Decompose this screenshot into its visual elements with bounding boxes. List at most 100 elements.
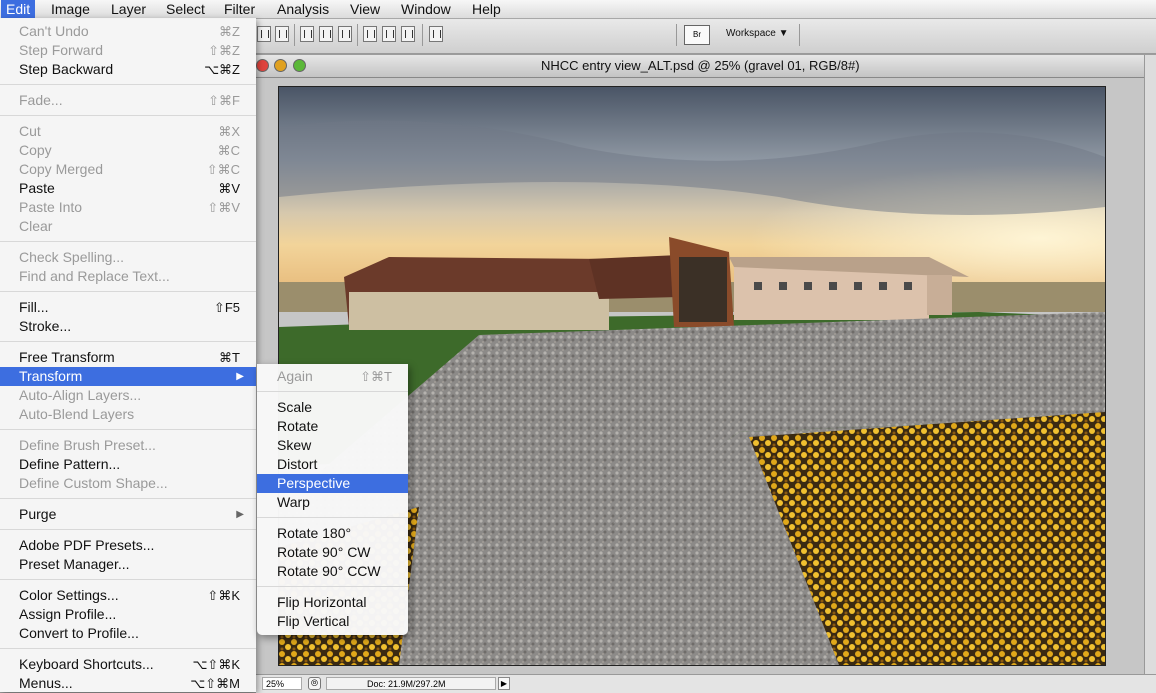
menu-item-shortcut: ⌘V bbox=[218, 181, 240, 196]
menu-item-stroke[interactable]: Stroke... bbox=[0, 317, 256, 336]
menu-item-preset-manager[interactable]: Preset Manager... bbox=[0, 555, 256, 574]
menu-item-color-settings[interactable]: Color Settings... ⇧⌘K bbox=[0, 586, 256, 605]
zoom-icon[interactable] bbox=[293, 59, 306, 72]
distribute-vcenter-icon[interactable] bbox=[319, 26, 333, 42]
distribute-top-icon[interactable] bbox=[300, 26, 314, 42]
submenu-item-rotate-90-ccw[interactable]: Rotate 90° CCW bbox=[257, 562, 408, 581]
menu-item-label: Transform bbox=[19, 368, 83, 384]
submenu-arrow-icon: ▶ bbox=[236, 371, 244, 382]
menu-item-label: Distort bbox=[277, 456, 318, 472]
menu-layer[interactable]: Layer bbox=[106, 0, 151, 18]
menu-item-label: Cut bbox=[19, 123, 41, 139]
submenu-item-rotate[interactable]: Rotate bbox=[257, 417, 408, 436]
menu-item-copy-merged[interactable]: Copy Merged ⇧⌘C bbox=[0, 160, 256, 179]
menu-item-label: Flip Vertical bbox=[277, 613, 350, 629]
align-left-icon[interactable] bbox=[257, 26, 271, 42]
menu-item-label: Copy bbox=[19, 142, 52, 158]
minimize-icon[interactable] bbox=[274, 59, 287, 72]
menu-item-define-pattern[interactable]: Define Pattern... bbox=[0, 455, 256, 474]
menu-item-shortcut: ⇧⌘F bbox=[208, 93, 240, 108]
menu-item-keyboard-shortcuts[interactable]: Keyboard Shortcuts... ⌥⇧⌘K bbox=[0, 655, 256, 674]
menu-separator bbox=[0, 241, 256, 242]
menu-bar: Edit Image Layer Select Filter Analysis … bbox=[0, 0, 1156, 19]
transform-submenu: Again ⇧⌘T Scale Rotate Skew Distort Persp… bbox=[257, 364, 408, 635]
menu-select[interactable]: Select bbox=[161, 0, 210, 18]
menu-item-cant-undo[interactable]: Can't Undo ⌘Z bbox=[0, 22, 256, 41]
menu-item-label: Flip Horizontal bbox=[277, 594, 367, 610]
menu-item-label: Free Transform bbox=[19, 349, 115, 365]
menu-help[interactable]: Help bbox=[467, 0, 506, 18]
vertical-scrollbar[interactable] bbox=[1144, 55, 1156, 675]
status-menu-arrow-icon[interactable]: ▶ bbox=[498, 677, 510, 690]
menu-item-shortcut: ⌥⌘Z bbox=[204, 62, 240, 77]
menu-item-label: Paste bbox=[19, 180, 55, 196]
menu-item-find-replace[interactable]: Find and Replace Text... bbox=[0, 267, 256, 286]
submenu-item-warp[interactable]: Warp bbox=[257, 493, 408, 512]
menu-item-auto-align-layers[interactable]: Auto-Align Layers... bbox=[0, 386, 256, 405]
menu-item-label: Step Backward bbox=[19, 61, 114, 77]
menu-item-label: Define Custom Shape... bbox=[19, 475, 168, 491]
submenu-item-perspective[interactable]: Perspective bbox=[257, 474, 408, 493]
submenu-item-rotate-180[interactable]: Rotate 180° bbox=[257, 524, 408, 543]
zoom-level-field[interactable]: 25% bbox=[262, 677, 302, 690]
submenu-item-scale[interactable]: Scale bbox=[257, 398, 408, 417]
menu-item-label: Find and Replace Text... bbox=[19, 268, 170, 284]
distribute-hcenter-icon[interactable] bbox=[382, 26, 396, 42]
menu-window[interactable]: Window bbox=[396, 0, 456, 18]
menu-item-menus[interactable]: Menus... ⌥⇧⌘M bbox=[0, 674, 256, 693]
menu-item-copy[interactable]: Copy ⌘C bbox=[0, 141, 256, 160]
menu-item-convert-to-profile[interactable]: Convert to Profile... bbox=[0, 624, 256, 643]
menu-item-cut[interactable]: Cut ⌘X bbox=[0, 122, 256, 141]
menu-edit[interactable]: Edit bbox=[1, 0, 36, 18]
menu-item-fill[interactable]: Fill... ⇧F5 bbox=[0, 298, 256, 317]
submenu-item-skew[interactable]: Skew bbox=[257, 436, 408, 455]
menu-item-paste[interactable]: Paste ⌘V bbox=[0, 179, 256, 198]
submenu-item-again[interactable]: Again ⇧⌘T bbox=[257, 367, 408, 386]
submenu-item-flip-vertical[interactable]: Flip Vertical bbox=[257, 612, 408, 631]
menu-item-auto-blend-layers[interactable]: Auto-Blend Layers bbox=[0, 405, 256, 424]
align-right-icon[interactable] bbox=[275, 26, 289, 42]
menu-item-transform[interactable]: Transform ▶ bbox=[0, 367, 256, 386]
menu-item-shortcut: ⌘X bbox=[218, 124, 240, 139]
menu-separator bbox=[257, 391, 408, 392]
menu-separator bbox=[0, 291, 256, 292]
menu-item-fade[interactable]: Fade... ⇧⌘F bbox=[0, 91, 256, 110]
menu-item-label: Keyboard Shortcuts... bbox=[19, 656, 154, 672]
menu-item-clear[interactable]: Clear bbox=[0, 217, 256, 236]
document-title: NHCC entry view_ALT.psd @ 25% (gravel 01… bbox=[541, 58, 860, 73]
submenu-item-rotate-90-cw[interactable]: Rotate 90° CW bbox=[257, 543, 408, 562]
menu-view[interactable]: View bbox=[345, 0, 385, 18]
toolbar-divider bbox=[357, 24, 358, 46]
menu-item-check-spelling[interactable]: Check Spelling... bbox=[0, 248, 256, 267]
menu-item-free-transform[interactable]: Free Transform ⌘T bbox=[0, 348, 256, 367]
menu-item-step-forward[interactable]: Step Forward ⇧⌘Z bbox=[0, 41, 256, 60]
submenu-arrow-icon: ▶ bbox=[236, 509, 244, 520]
menu-separator bbox=[257, 517, 408, 518]
status-info-icon[interactable]: ⦾ bbox=[308, 677, 321, 690]
menu-item-adobe-pdf-presets[interactable]: Adobe PDF Presets... bbox=[0, 536, 256, 555]
menu-item-label: Warp bbox=[277, 494, 310, 510]
menu-item-define-brush-preset[interactable]: Define Brush Preset... bbox=[0, 436, 256, 455]
menu-item-paste-into[interactable]: Paste Into ⇧⌘V bbox=[0, 198, 256, 217]
distribute-right-icon[interactable] bbox=[401, 26, 415, 42]
distribute-bottom-icon[interactable] bbox=[338, 26, 352, 42]
menu-image[interactable]: Image bbox=[46, 0, 95, 18]
auto-align-icon[interactable] bbox=[429, 26, 443, 42]
toolbar-divider bbox=[294, 24, 295, 46]
menu-separator bbox=[0, 498, 256, 499]
submenu-item-flip-horizontal[interactable]: Flip Horizontal bbox=[257, 593, 408, 612]
close-icon[interactable] bbox=[256, 59, 269, 72]
menu-item-define-custom-shape[interactable]: Define Custom Shape... bbox=[0, 474, 256, 493]
bridge-button[interactable]: Br bbox=[684, 25, 710, 45]
document-size-info: Doc: 21.9M/297.2M bbox=[326, 677, 496, 690]
distribute-left-icon[interactable] bbox=[363, 26, 377, 42]
menu-item-label: Fill... bbox=[19, 299, 49, 315]
menu-item-label: Again bbox=[277, 368, 313, 384]
submenu-item-distort[interactable]: Distort bbox=[257, 455, 408, 474]
workspace-dropdown[interactable]: Workspace ▼ bbox=[726, 28, 789, 39]
menu-item-assign-profile[interactable]: Assign Profile... bbox=[0, 605, 256, 624]
menu-analysis[interactable]: Analysis bbox=[272, 0, 334, 18]
menu-item-purge[interactable]: Purge ▶ bbox=[0, 505, 256, 524]
menu-item-step-backward[interactable]: Step Backward ⌥⌘Z bbox=[0, 60, 256, 79]
menu-filter[interactable]: Filter bbox=[219, 0, 260, 18]
